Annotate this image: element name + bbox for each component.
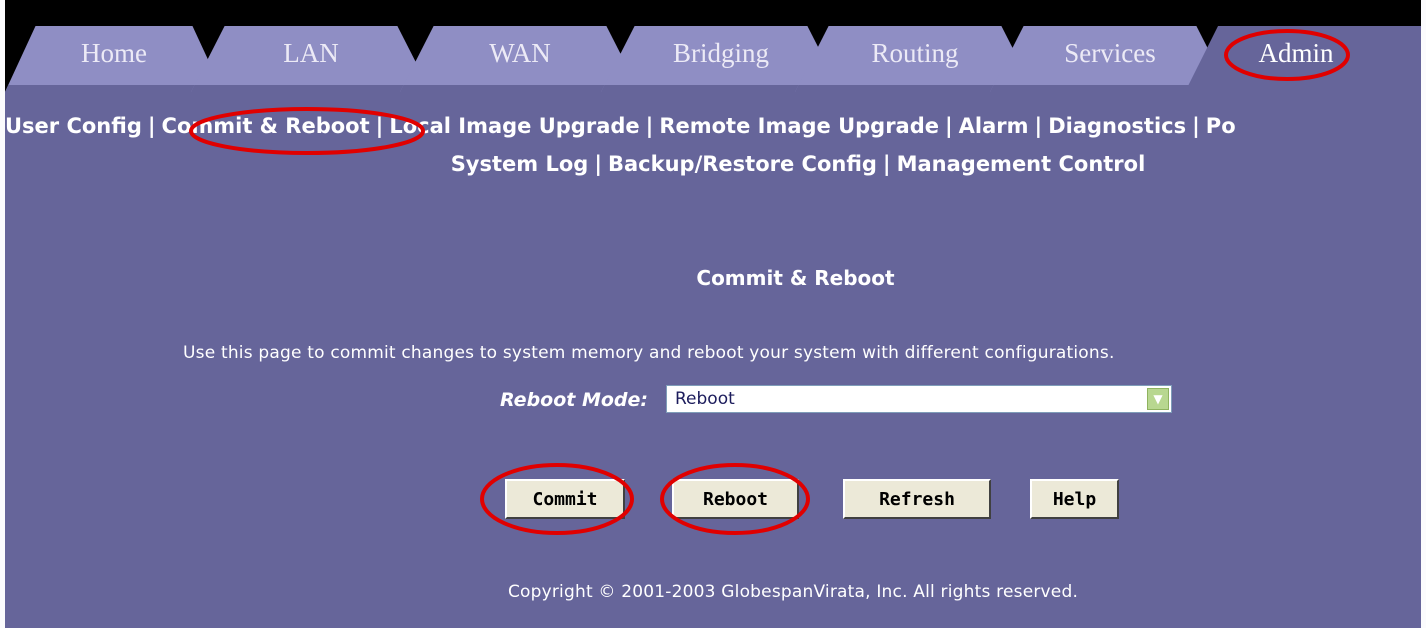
tab-admin-label: Admin (1258, 37, 1334, 68)
tab-wan-label: WAN (489, 37, 551, 68)
subnav-row-1: User Config | Commit & Reboot | Local Image … (5, 114, 1236, 138)
tab-admin[interactable]: Admin (1185, 26, 1421, 92)
page-title: Commit & Reboot (696, 266, 895, 290)
subnav-truncated-item[interactable]: Po (1206, 114, 1236, 138)
subnav-user-config[interactable]: User Config (5, 114, 142, 138)
router-admin-page: Home LAN WAN Bridging Routing Services A… (5, 0, 1421, 628)
reboot-button[interactable]: Reboot (672, 479, 799, 519)
tab-wan[interactable]: WAN (400, 26, 640, 92)
commit-button[interactable]: Commit (505, 479, 625, 519)
tab-home-label: Home (81, 37, 147, 68)
reboot-mode-label: Reboot Mode: (500, 389, 649, 411)
page-description: Use this page to commit changes to syste… (183, 343, 1115, 363)
tab-bridging-label: Bridging (672, 37, 769, 68)
subnav-system-log[interactable]: System Log (451, 152, 589, 176)
subnav-diagnostics[interactable]: Diagnostics (1048, 114, 1186, 138)
tab-services-label: Services (1064, 37, 1156, 68)
subnav-local-image-upgrade[interactable]: Local Image Upgrade (389, 114, 639, 138)
subnav-alarm[interactable]: Alarm (959, 114, 1029, 138)
tab-lan-label: LAN (283, 37, 339, 68)
help-button[interactable]: Help (1030, 479, 1119, 519)
reboot-mode-select[interactable]: Reboot ▼ (666, 385, 1172, 413)
subnav-commit-reboot[interactable]: Commit & Reboot (162, 114, 370, 138)
copyright-text: Copyright © 2001-2003 GlobespanVirata, I… (507, 582, 1079, 602)
subnav-remote-image-upgrade[interactable]: Remote Image Upgrade (659, 114, 939, 138)
subnav-backup-restore-config[interactable]: Backup/Restore Config (608, 152, 877, 176)
tab-home[interactable]: Home (5, 26, 223, 92)
main-tab-bar: Home LAN WAN Bridging Routing Services A… (5, 0, 1421, 92)
subnav-row-2: System Log | Backup/Restore Config | Managem… (450, 152, 1146, 176)
tab-routing-label: Routing (871, 37, 959, 68)
chevron-down-icon[interactable]: ▼ (1147, 388, 1169, 410)
red-highlight-annotations (189, 29, 1350, 535)
subnav-management-control[interactable]: Management Control (897, 152, 1146, 176)
tab-lan[interactable]: LAN (191, 26, 431, 92)
reboot-mode-value: Reboot (675, 389, 735, 409)
refresh-button[interactable]: Refresh (843, 479, 991, 519)
